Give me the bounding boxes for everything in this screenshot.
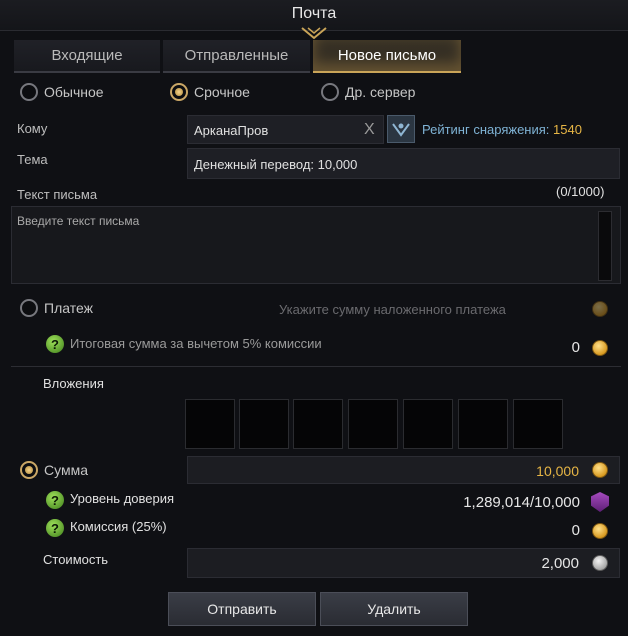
subject-field[interactable]: Денежный перевод: 10,000 bbox=[187, 148, 620, 179]
gear-score: Рейтинг снаряжения: 1540 bbox=[422, 122, 582, 137]
radio-normal-label: Обычное bbox=[44, 84, 104, 100]
attachment-slot[interactable] bbox=[403, 399, 453, 449]
close-icon[interactable]: X bbox=[364, 121, 375, 139]
trust-shield-icon bbox=[591, 492, 609, 512]
tab-inbox[interactable]: Входящие bbox=[14, 40, 160, 73]
money-label: Сумма bbox=[44, 462, 88, 478]
send-button[interactable]: Отправить bbox=[168, 592, 316, 626]
gear-score-label: Рейтинг снаряжения: bbox=[422, 122, 550, 137]
attachments-label: Вложения bbox=[43, 376, 104, 391]
radio-other-server-label: Др. сервер bbox=[345, 84, 416, 100]
tab-new-mail[interactable]: Новое письмо bbox=[313, 40, 461, 73]
tab-label: Отправленные bbox=[184, 47, 289, 64]
cost-field: 2,000 bbox=[187, 548, 620, 578]
body-scrollbar[interactable] bbox=[598, 211, 612, 281]
window-title: Почта bbox=[291, 5, 337, 22]
divider bbox=[11, 366, 621, 367]
radio-normal[interactable] bbox=[20, 83, 38, 101]
silver-coin-icon bbox=[592, 555, 608, 571]
recipient-value: АрканаПров bbox=[194, 123, 269, 138]
subject-label: Тема bbox=[17, 152, 48, 167]
help-icon[interactable]: ? bbox=[46, 335, 64, 353]
tab-label: Входящие bbox=[51, 47, 123, 64]
body-textarea[interactable]: Введите текст письма bbox=[11, 206, 621, 284]
cost-label: Стоимость bbox=[43, 552, 109, 567]
cost-value: 2,000 bbox=[541, 555, 579, 572]
radio-cod[interactable] bbox=[20, 299, 38, 317]
send-label: Отправить bbox=[207, 601, 277, 617]
help-icon[interactable]: ? bbox=[46, 491, 64, 509]
help-icon[interactable]: ? bbox=[46, 519, 64, 537]
body-placeholder: Введите текст письма bbox=[17, 214, 140, 228]
delete-label: Удалить bbox=[367, 601, 421, 617]
recipient-field[interactable]: АрканаПров X bbox=[187, 115, 384, 144]
radio-money[interactable] bbox=[20, 461, 38, 479]
tab-sent[interactable]: Отправленные bbox=[163, 40, 310, 73]
recipient-label: Кому bbox=[17, 121, 48, 136]
ornament-icon bbox=[301, 27, 327, 40]
radio-other-server[interactable] bbox=[321, 83, 339, 101]
body-counter: (0/1000) bbox=[556, 184, 605, 199]
radio-urgent[interactable] bbox=[170, 83, 188, 101]
cod-placeholder: Укажите сумму наложенного платежа bbox=[279, 302, 506, 317]
cod-label: Платеж bbox=[44, 300, 93, 316]
gold-coin-icon bbox=[592, 523, 608, 539]
delete-button[interactable]: Удалить bbox=[320, 592, 468, 626]
attachment-slot[interactable] bbox=[348, 399, 398, 449]
gear-score-icon bbox=[392, 123, 410, 137]
fee-value: 0 bbox=[571, 522, 580, 539]
money-value: 10,000 bbox=[536, 463, 579, 479]
attachment-slot[interactable] bbox=[458, 399, 508, 449]
attachment-slot[interactable] bbox=[293, 399, 343, 449]
money-field[interactable]: 10,000 bbox=[187, 456, 620, 484]
gear-score-value: 1540 bbox=[553, 122, 582, 137]
attachment-slot[interactable] bbox=[239, 399, 289, 449]
attachment-slot[interactable] bbox=[185, 399, 235, 449]
subject-value: Денежный перевод: 10,000 bbox=[194, 157, 358, 172]
gear-score-button[interactable] bbox=[387, 115, 415, 143]
cod-net-label: Итоговая сумма за вычетом 5% комиссии bbox=[70, 336, 322, 351]
gold-coin-icon bbox=[592, 462, 608, 478]
attachment-slot[interactable] bbox=[513, 399, 563, 449]
radio-urgent-label: Срочное bbox=[194, 84, 250, 100]
cod-field[interactable]: Укажите сумму наложенного платежа bbox=[187, 294, 620, 324]
trust-label: Уровень доверия bbox=[70, 491, 175, 506]
body-label: Текст письма bbox=[17, 187, 98, 202]
cod-net-value: 0 bbox=[571, 339, 580, 356]
tab-label: Новое письмо bbox=[337, 47, 437, 64]
gold-coin-icon bbox=[592, 301, 608, 317]
trust-value: 1,289,014/10,000 bbox=[463, 494, 580, 511]
fee-label: Комиссия (25%) bbox=[70, 519, 167, 534]
gold-coin-icon bbox=[592, 340, 608, 356]
